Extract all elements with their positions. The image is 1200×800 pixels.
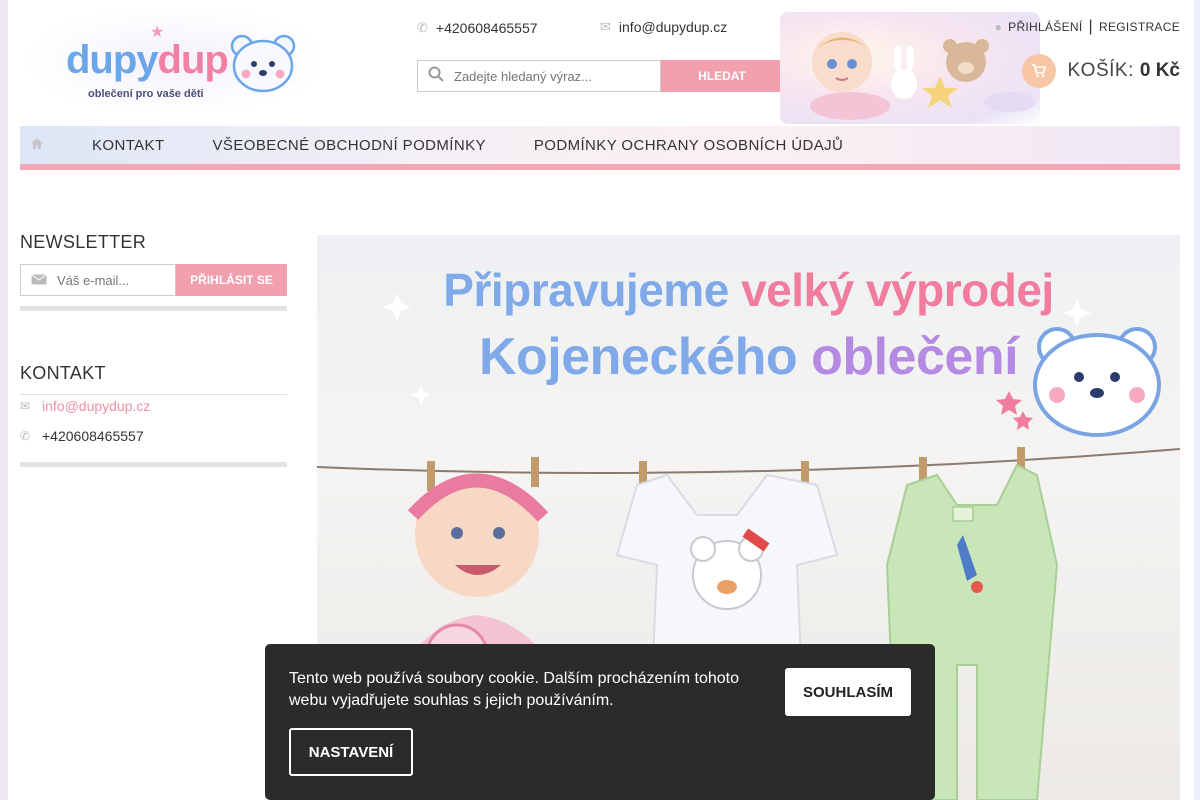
register-link[interactable]: REGISTRACE — [1099, 20, 1180, 34]
sidebar-phone: ✆ +420608465557 — [20, 428, 144, 444]
newsletter-title: NEWSLETTER — [20, 232, 147, 252]
header-email[interactable]: ✉ info@dupydup.cz — [600, 19, 727, 35]
search-button[interactable]: HLEDAT — [661, 60, 783, 92]
cart[interactable]: KOŠÍK: 0 Kč — [1021, 54, 1180, 88]
sidebar-divider-bottom — [20, 462, 287, 467]
mail-icon — [21, 272, 57, 288]
site-logo[interactable]: ★ dupydup oblečení pro vaše děti — [30, 8, 320, 113]
login-link[interactable]: PŘIHLÁŠENÍ — [1008, 20, 1082, 34]
search-icon — [418, 66, 454, 87]
contact-title-rule — [20, 394, 287, 395]
newsletter-input-wrap — [20, 264, 176, 296]
sidebar-divider — [20, 306, 287, 311]
user-icon: ● — [994, 20, 1003, 34]
cookie-agree-button[interactable]: SOUHLASÍM — [785, 668, 911, 716]
nav-item-terms[interactable]: VŠEOBECNÉ OBCHODNÍ PODMÍNKY — [213, 137, 486, 154]
phone-icon: ✆ — [417, 20, 428, 35]
account-separator: | — [1088, 18, 1093, 35]
cart-label: KOŠÍK: — [1067, 60, 1134, 81]
newsletter-form: PŘIHLÁSIT SE — [20, 264, 287, 296]
bear-icon — [230, 34, 296, 93]
header-phone-text: +420608465557 — [435, 20, 538, 36]
envelope-icon: ✉ — [20, 399, 31, 413]
newsletter-subscribe-button[interactable]: PŘIHLÁSIT SE — [176, 264, 287, 296]
cart-icon — [1021, 54, 1056, 88]
header-phone[interactable]: ✆ +420608465557 — [417, 20, 538, 36]
search-input[interactable] — [454, 68, 654, 84]
search-box — [417, 60, 661, 92]
nav-item-privacy[interactable]: PODMÍNKY OCHRANY OSOBNÍCH ÚDAJŮ — [534, 137, 843, 154]
sidebar-phone-text: +420608465557 — [42, 428, 144, 444]
header-email-text: info@dupydup.cz — [618, 19, 728, 35]
newsletter-email-input[interactable] — [57, 272, 172, 288]
logo-wordmark: dupydup — [66, 38, 229, 82]
cookie-text: Tento web používá soubory cookie. Dalším… — [289, 670, 740, 709]
logo-tagline: oblečení pro vaše děti — [88, 88, 204, 100]
envelope-icon: ✉ — [600, 19, 611, 34]
sidebar-email-link[interactable]: info@dupydup.cz — [42, 398, 150, 414]
contact-title: KONTAKT — [20, 363, 106, 383]
cookie-consent-bar: Tento web používá soubory cookie. Dalším… — [265, 644, 935, 800]
phone-icon: ✆ — [20, 429, 31, 443]
sidebar-email[interactable]: ✉ info@dupydup.cz — [20, 398, 150, 414]
cart-total: 0 Kč — [1139, 60, 1180, 81]
account-links: ● PŘIHLÁŠENÍ | REGISTRACE — [995, 18, 1180, 36]
nav-item-contact[interactable]: KONTAKT — [92, 137, 165, 154]
cookie-settings-button[interactable]: NASTAVENÍ — [289, 728, 413, 776]
main-navigation: KONTAKT VŠEOBECNÉ OBCHODNÍ PODMÍNKY PODM… — [20, 126, 1180, 170]
page: ★ dupydup oblečení pro vaše děti ✆ +4206… — [0, 0, 1200, 800]
home-icon[interactable] — [20, 137, 54, 154]
